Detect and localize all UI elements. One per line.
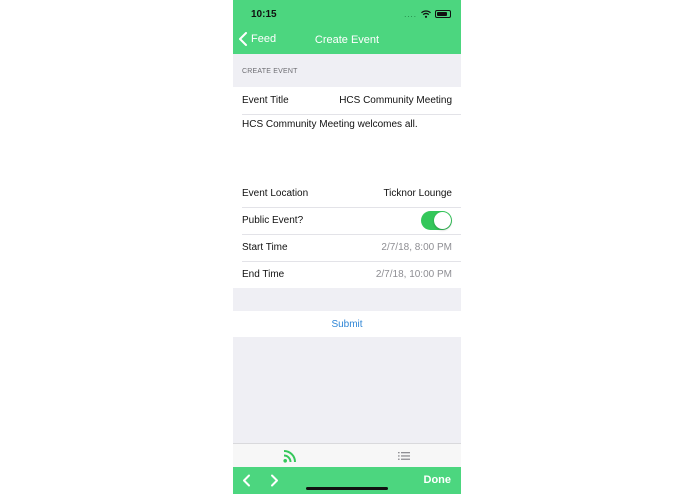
event-location-label: Event Location xyxy=(242,188,309,199)
chevron-left-icon[interactable] xyxy=(242,474,252,487)
tab-feed[interactable] xyxy=(282,448,298,464)
submit-row: Submit xyxy=(233,311,461,337)
list-icon xyxy=(398,452,410,460)
submit-button[interactable]: Submit xyxy=(331,319,362,330)
toggle-knob xyxy=(434,212,451,229)
tab-list[interactable] xyxy=(396,448,412,464)
chevron-right-icon[interactable] xyxy=(269,474,279,487)
rss-feed-icon xyxy=(283,450,296,463)
start-time-row[interactable]: Start Time 2/7/18, 8:00 PM xyxy=(233,234,461,261)
page-title: Create Event xyxy=(314,34,380,46)
event-description-field[interactable]: HCS Community Meeting welcomes all. xyxy=(233,114,461,180)
end-time-value[interactable]: 2/7/18, 10:00 PM xyxy=(376,269,452,280)
event-location-value[interactable]: Ticknor Lounge xyxy=(383,188,452,199)
event-location-row[interactable]: Event Location Ticknor Lounge xyxy=(233,180,461,207)
tab-bar xyxy=(233,443,461,468)
start-time-value[interactable]: 2/7/18, 8:00 PM xyxy=(381,242,452,253)
public-event-toggle[interactable] xyxy=(421,211,452,230)
event-title-row[interactable]: Event Title HCS Community Meeting xyxy=(233,87,461,114)
event-form: Event Title HCS Community Meeting HCS Co… xyxy=(233,87,461,288)
start-time-label: Start Time xyxy=(242,242,288,253)
navigation-header: 10:15 .... Feed Create Event xyxy=(233,0,461,54)
signal-dots: .... xyxy=(404,9,417,19)
section-header: CREATE EVENT xyxy=(233,68,461,75)
public-event-row: Public Event? xyxy=(233,207,461,234)
event-title-value[interactable]: HCS Community Meeting xyxy=(339,95,452,106)
status-time: 10:15 xyxy=(251,9,277,20)
end-time-row[interactable]: End Time 2/7/18, 10:00 PM xyxy=(233,261,461,288)
public-event-label: Public Event? xyxy=(242,215,304,226)
phone-screen: 10:15 .... Feed Create Event CREATE EVEN… xyxy=(233,0,461,494)
battery-icon xyxy=(435,10,451,18)
wifi-icon xyxy=(421,10,431,18)
done-button[interactable]: Done xyxy=(424,474,452,486)
event-title-label: Event Title xyxy=(242,95,289,106)
home-indicator[interactable] xyxy=(306,487,388,490)
section-title: CREATE EVENT xyxy=(242,68,298,75)
keyboard-toolbar: Done xyxy=(233,467,461,494)
status-indicators: .... xyxy=(404,9,451,19)
end-time-label: End Time xyxy=(242,269,285,280)
